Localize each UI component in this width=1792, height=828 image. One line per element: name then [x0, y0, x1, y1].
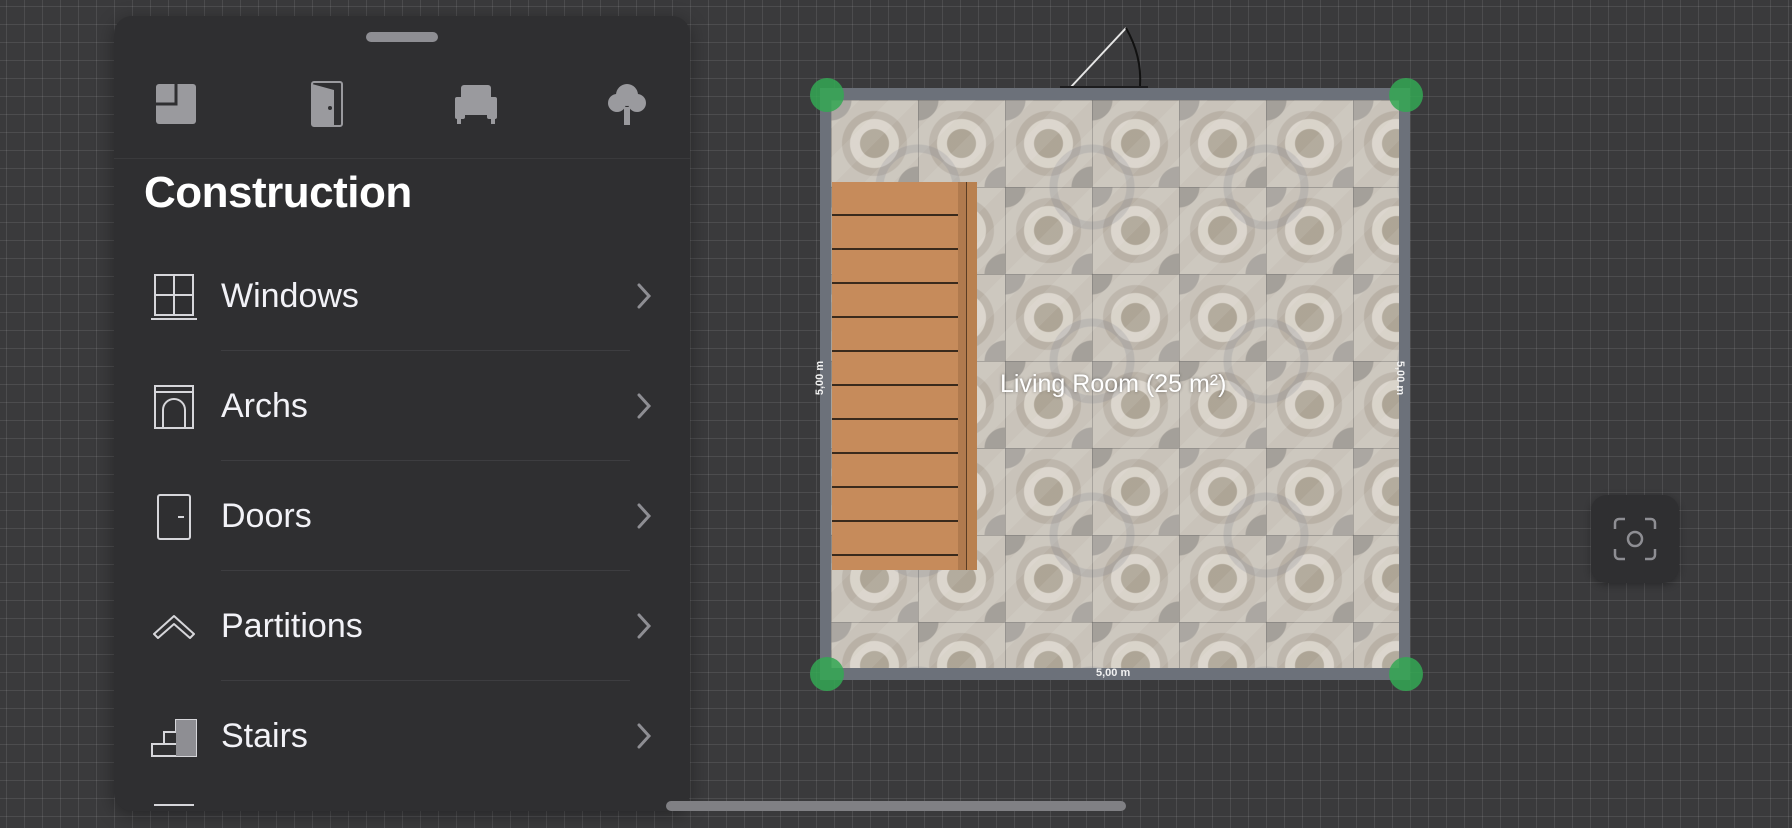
- tab-doors[interactable]: [294, 72, 358, 136]
- screenshot-icon: [1613, 517, 1657, 561]
- window-icon: [150, 273, 198, 321]
- construction-icon: [156, 84, 196, 124]
- list-item-label: Windows: [221, 277, 359, 315]
- corner-handle-top-left[interactable]: [810, 78, 844, 112]
- list-item-label: Archs: [221, 387, 308, 425]
- chevron-right-icon: [637, 723, 652, 749]
- chevron-right-icon: [637, 283, 652, 309]
- partition-icon: [150, 603, 198, 651]
- arch-icon: [150, 383, 198, 431]
- corner-handle-bottom-left[interactable]: [810, 657, 844, 691]
- door-category-icon: [311, 81, 343, 127]
- list-item-label: Partitions: [221, 607, 363, 645]
- list-item-stairs[interactable]: Stairs: [114, 681, 690, 791]
- tree-outdoor-icon: [608, 84, 646, 125]
- list-item-doors[interactable]: Doors: [114, 461, 690, 571]
- chevron-right-icon: [637, 613, 652, 639]
- stairs-icon: [150, 713, 198, 761]
- chevron-right-icon: [637, 393, 652, 419]
- panel-grabber[interactable]: [366, 32, 438, 42]
- construction-panel: Construction Windows Archs Doors Partiti…: [114, 16, 690, 811]
- category-tabs: [114, 72, 690, 159]
- dimension-right: 5,00 m: [1394, 360, 1407, 396]
- furniture-armchair-icon: [455, 85, 497, 124]
- list-item-windows[interactable]: Windows: [114, 241, 690, 351]
- tab-furniture[interactable]: [444, 72, 508, 136]
- dimension-left: 5,00 m: [814, 360, 827, 396]
- door-icon: [150, 493, 198, 541]
- list-item-archs[interactable]: Archs: [114, 351, 690, 461]
- dimension-bottom: 5,00 m: [1096, 667, 1131, 679]
- chevron-right-icon: [637, 503, 652, 529]
- home-indicator: [666, 801, 1126, 811]
- stairs-object[interactable]: [832, 182, 968, 570]
- tab-construction[interactable]: [144, 72, 208, 136]
- corner-handle-top-right[interactable]: [1389, 78, 1423, 112]
- tab-outdoor[interactable]: [595, 72, 659, 136]
- corner-handle-bottom-right[interactable]: [1389, 657, 1423, 691]
- next-item-icon-peek: [154, 804, 194, 811]
- list-item-label: Stairs: [221, 717, 308, 755]
- panel-title: Construction: [144, 168, 412, 217]
- stairs-rail: [966, 182, 977, 570]
- list-item-label: Doors: [221, 497, 312, 535]
- screenshot-button[interactable]: [1591, 495, 1679, 583]
- room-label: Living Room (25 m²): [1000, 370, 1227, 398]
- list-item-partitions[interactable]: Partitions: [114, 571, 690, 681]
